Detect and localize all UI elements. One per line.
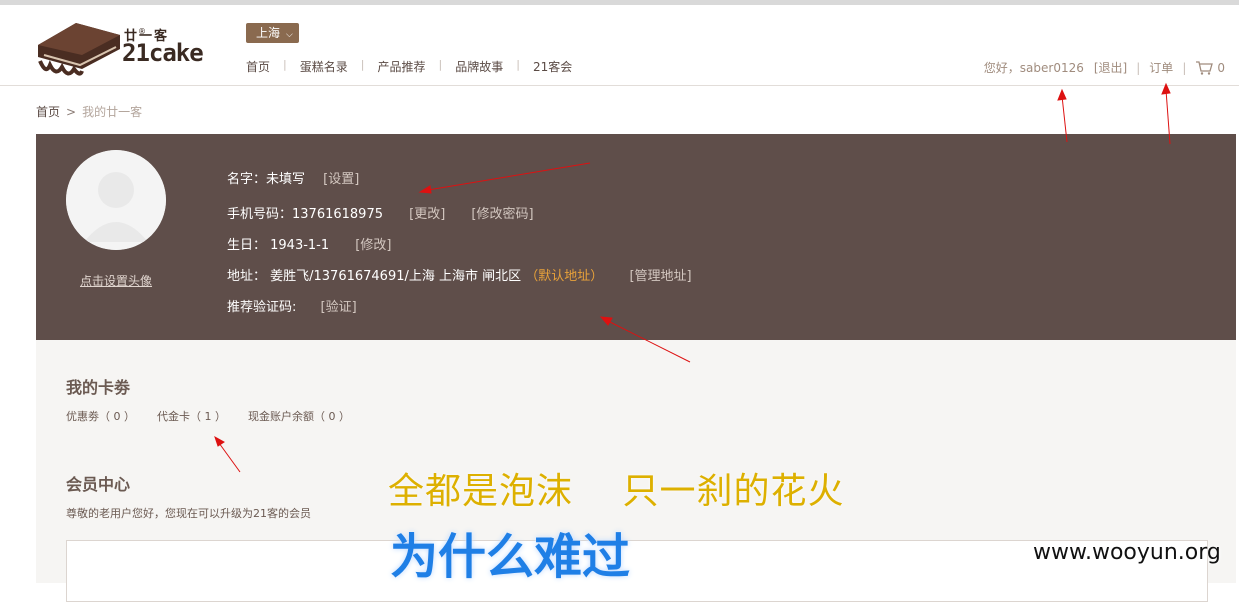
- nav-item-cakes[interactable]: 蛋糕名录: [300, 58, 348, 75]
- annotation-arrowhead: [1057, 88, 1067, 101]
- cards-list: 优惠劵（ 0 ） 代金卡（ 1 ） 现金账户余额（ 0 ）: [66, 408, 372, 424]
- birthday-row: 生日： 1943-1-1 [修改]: [227, 234, 391, 253]
- phone-label: 手机号码：13761618975: [227, 207, 383, 222]
- nav-divider: |: [360, 58, 365, 71]
- watermark: www.wooyun.org: [1033, 540, 1221, 565]
- phone-row: 手机号码：13761618975 [更改] [修改密码]: [227, 203, 534, 222]
- member-title: 会员中心: [66, 475, 131, 494]
- nav-item-story[interactable]: 品牌故事: [455, 58, 503, 75]
- change-password-link[interactable]: [修改密码]: [471, 207, 533, 222]
- change-phone-link[interactable]: [更改]: [409, 207, 445, 222]
- user-greeting: 您好，saber0126: [983, 61, 1084, 75]
- cake-logo-icon: [38, 23, 120, 76]
- balance-link[interactable]: 现金账户余额（ 0 ）: [248, 408, 350, 424]
- voucher-link[interactable]: 代金卡（ 1 ）: [157, 408, 226, 424]
- breadcrumb-separator: >: [66, 105, 77, 119]
- profile-panel: 点击设置头像 名字：未填写 [设置] 手机号码：13761618975 [更改]…: [36, 134, 1236, 340]
- logout-link[interactable]: [退出]: [1094, 59, 1127, 76]
- city-selector[interactable]: 上海 ⌵: [246, 23, 299, 43]
- nav-divider: |: [283, 58, 287, 71]
- referral-row: 推荐验证码: [验证]: [227, 296, 357, 315]
- coupon-link[interactable]: 优惠劵（ 0 ）: [66, 408, 135, 424]
- breadcrumb-home[interactable]: 首页: [36, 105, 60, 119]
- nav-item-club[interactable]: 21客会: [533, 58, 572, 75]
- main-nav: 首页 | 蛋糕名录 | 产品推荐 | 品牌故事 | 21客会: [246, 58, 572, 75]
- referral-label: 推荐验证码:: [227, 300, 297, 315]
- nav-divider: |: [438, 58, 443, 71]
- user-bar-divider: |: [1182, 60, 1187, 75]
- breadcrumb: 首页 > 我的廿一客: [36, 103, 142, 120]
- default-address-tag: （默认地址）: [525, 269, 604, 284]
- logo-english-text: 21cake: [122, 39, 204, 67]
- site-header: ® 廿一客 21cake 上海 ⌵ 首页 | 蛋糕名录 | 产品推荐 | 品牌故事…: [0, 5, 1239, 86]
- name-row: 名字：未填写 [设置]: [227, 168, 359, 187]
- brand-logo[interactable]: ® 廿一客 21cake: [36, 17, 206, 79]
- overlay-caption-yellow: 全都是泡沫 只一刹的花火: [388, 471, 845, 512]
- edit-birthday-link[interactable]: [修改]: [355, 238, 391, 253]
- birthday-label: 生日： 1943-1-1: [227, 238, 330, 253]
- cart-count[interactable]: 0: [1217, 61, 1225, 75]
- nav-divider: |: [516, 58, 520, 71]
- city-label: 上海: [256, 26, 281, 40]
- address-label: 地址： 姜胜飞/13761674691/上海 上海市 闸北区: [227, 269, 522, 284]
- nav-item-recommend[interactable]: 产品推荐: [377, 58, 425, 75]
- cards-title: 我的卡劵: [66, 378, 131, 397]
- default-avatar-icon: [66, 150, 166, 250]
- manage-address-link[interactable]: [管理地址]: [629, 269, 691, 284]
- user-bar: 您好，saber0126 [退出] | 订单 | 0: [984, 59, 1225, 76]
- breadcrumb-current: 我的廿一客: [82, 105, 143, 119]
- set-avatar-link[interactable]: 点击设置头像: [80, 272, 152, 289]
- member-description: 尊敬的老用户您好，您现在可以升级为21客的会员: [66, 507, 311, 520]
- orders-link[interactable]: 订单: [1149, 59, 1173, 76]
- chevron-down-icon: ⌵: [286, 30, 293, 40]
- overlay-caption-blue: 为什么难过: [390, 529, 631, 585]
- cart-icon[interactable]: [1195, 60, 1214, 75]
- address-row: 地址： 姜胜飞/13761674691/上海 上海市 闸北区 （默认地址） [管…: [227, 265, 692, 284]
- verify-referral-link[interactable]: [验证]: [321, 300, 357, 315]
- user-bar-divider: |: [1136, 60, 1141, 75]
- set-name-link[interactable]: [设置]: [323, 172, 359, 187]
- avatar[interactable]: [66, 150, 166, 250]
- name-label: 名字：未填写: [227, 172, 306, 187]
- nav-item-home[interactable]: 首页: [246, 58, 270, 75]
